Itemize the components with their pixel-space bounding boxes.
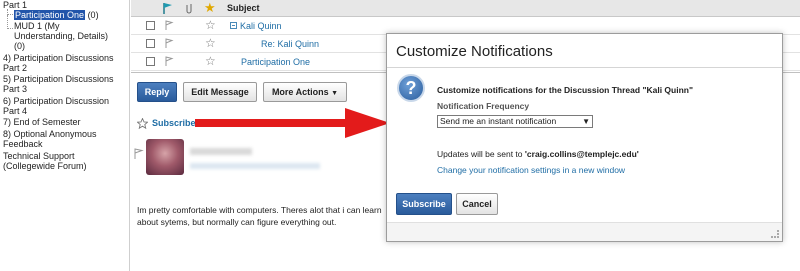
dialog-heading: Customize notifications for the Discussi… bbox=[437, 85, 694, 95]
tree-item-label: 5) Participation Discussions bbox=[3, 74, 114, 84]
tree-item-participation-4-cont: Part 4 bbox=[3, 106, 27, 116]
tree-item-label: 7) End of Semester bbox=[3, 117, 81, 127]
subscribe-star-icon[interactable] bbox=[137, 118, 148, 129]
message-body: Im pretty comfortable with computers. Th… bbox=[137, 205, 382, 227]
tree-item-label: (Collegewide Forum) bbox=[3, 161, 87, 171]
chevron-down-icon: ▼ bbox=[331, 90, 339, 97]
notification-frequency-select[interactable]: Send me an instant notification ▼ bbox=[437, 115, 593, 128]
tree-item-participation-2-cont: Part 2 bbox=[3, 63, 27, 73]
message-list-header: ★ Subject bbox=[131, 0, 800, 17]
tree-item-technical-support[interactable]: Technical Support bbox=[3, 151, 75, 161]
tree-item-label: Part 3 bbox=[3, 84, 28, 94]
tree-item-label: MUD 1 (My bbox=[14, 21, 60, 31]
tree-item-participation-one[interactable]: Participation One (0) bbox=[14, 10, 99, 20]
customize-notifications-dialog: Customize Notifications ? Customize noti… bbox=[386, 33, 783, 242]
tree-item-label: Participation One bbox=[14, 10, 86, 20]
dialog-title: Customize Notifications bbox=[396, 43, 553, 60]
red-arrow-annotation bbox=[195, 108, 390, 138]
message-subject[interactable]: Kali Quinn bbox=[230, 21, 282, 31]
tree-connector bbox=[7, 15, 13, 29]
star-icon[interactable]: ☆ bbox=[205, 36, 216, 50]
tree-item-mud-1-count: (0) bbox=[14, 41, 25, 51]
tree-item-participation-2[interactable]: 4) Participation Discussions bbox=[3, 53, 114, 63]
message-subject[interactable]: Re: Kali Quinn bbox=[261, 39, 319, 49]
question-icon: ? bbox=[397, 74, 425, 102]
edit-message-button[interactable]: Edit Message bbox=[183, 82, 257, 102]
row-checkbox[interactable] bbox=[146, 39, 155, 48]
more-actions-button[interactable]: More Actions ▼ bbox=[263, 82, 347, 102]
tree-item-technical-support-cont: (Collegewide Forum) bbox=[3, 161, 87, 171]
notification-frequency-label: Notification Frequency bbox=[437, 101, 530, 111]
tree-item-anonymous-feedback-cont: Feedback bbox=[3, 139, 43, 149]
tree-item-mud-1[interactable]: MUD 1 (My bbox=[14, 21, 60, 31]
subscribe-link[interactable]: Subscribe bbox=[152, 118, 196, 128]
row-checkbox[interactable] bbox=[146, 57, 155, 66]
chevron-down-icon: ▼ bbox=[582, 117, 590, 126]
tree-item-end-of-semester[interactable]: 7) End of Semester bbox=[3, 117, 81, 127]
tree-item-mud-1-cont: Understanding, Details) bbox=[14, 31, 108, 41]
reply-button[interactable]: Reply bbox=[137, 82, 177, 102]
dialog-divider bbox=[387, 67, 782, 68]
updates-text: Updates will be sent to 'craig.collins@t… bbox=[437, 149, 639, 159]
forum-tree: Part 1 Participation One (0) MUD 1 (My U… bbox=[0, 0, 130, 271]
collapse-icon[interactable] bbox=[230, 22, 237, 29]
attachment-column-icon[interactable] bbox=[186, 2, 194, 15]
updates-prefix: Updates will be sent to bbox=[437, 149, 525, 159]
resize-grip-icon[interactable] bbox=[771, 230, 779, 238]
more-actions-label: More Actions bbox=[271, 87, 329, 97]
tree-item-participation-3-cont: Part 3 bbox=[3, 84, 27, 94]
star-icon[interactable]: ☆ bbox=[205, 18, 216, 32]
flag-column-icon[interactable] bbox=[162, 2, 174, 15]
row-checkbox[interactable] bbox=[146, 21, 155, 30]
tree-item-count: (0) bbox=[14, 41, 25, 51]
tree-item-participation-3[interactable]: 5) Participation Discussions bbox=[3, 74, 114, 84]
tree-item-label: Understanding, Details) bbox=[14, 31, 109, 41]
flag-icon[interactable] bbox=[164, 56, 174, 67]
subject-column-header[interactable]: Subject bbox=[227, 3, 260, 13]
change-settings-link[interactable]: Change your notification settings in a n… bbox=[437, 165, 625, 175]
tree-item-label: Feedback bbox=[3, 139, 43, 149]
tree-item-label: 8) Optional Anonymous bbox=[3, 129, 97, 139]
tree-item-label: 4) Participation Discussions bbox=[3, 53, 114, 63]
tree-item-label: Technical Support bbox=[3, 151, 75, 161]
cancel-button[interactable]: Cancel bbox=[456, 193, 498, 215]
author-name-blurred bbox=[190, 148, 252, 155]
post-date-blurred bbox=[190, 163, 320, 169]
message-subject-text: Kali Quinn bbox=[240, 21, 282, 31]
updates-email: 'craig.collins@templejc.edu' bbox=[524, 149, 639, 159]
dialog-footer bbox=[387, 222, 782, 241]
star-icon[interactable]: ☆ bbox=[205, 54, 216, 68]
tree-item-label: Part 2 bbox=[3, 63, 28, 73]
subscribe-button[interactable]: Subscribe bbox=[396, 193, 452, 215]
tree-item-label: 6) Participation Discussion bbox=[3, 96, 110, 106]
flag-icon[interactable] bbox=[164, 38, 174, 49]
flag-icon[interactable] bbox=[164, 20, 174, 31]
tree-item-label: Part 4 bbox=[3, 106, 28, 116]
message-subject[interactable]: Participation One bbox=[241, 57, 310, 67]
avatar bbox=[146, 139, 184, 175]
star-column-icon[interactable]: ★ bbox=[204, 0, 216, 16]
flag-icon[interactable] bbox=[133, 148, 145, 160]
tree-item-participation-4[interactable]: 6) Participation Discussion bbox=[3, 96, 109, 106]
select-value: Send me an instant notification bbox=[440, 116, 557, 126]
tree-item-count: (0) bbox=[87, 10, 99, 20]
tree-item-anonymous-feedback[interactable]: 8) Optional Anonymous bbox=[3, 129, 97, 139]
